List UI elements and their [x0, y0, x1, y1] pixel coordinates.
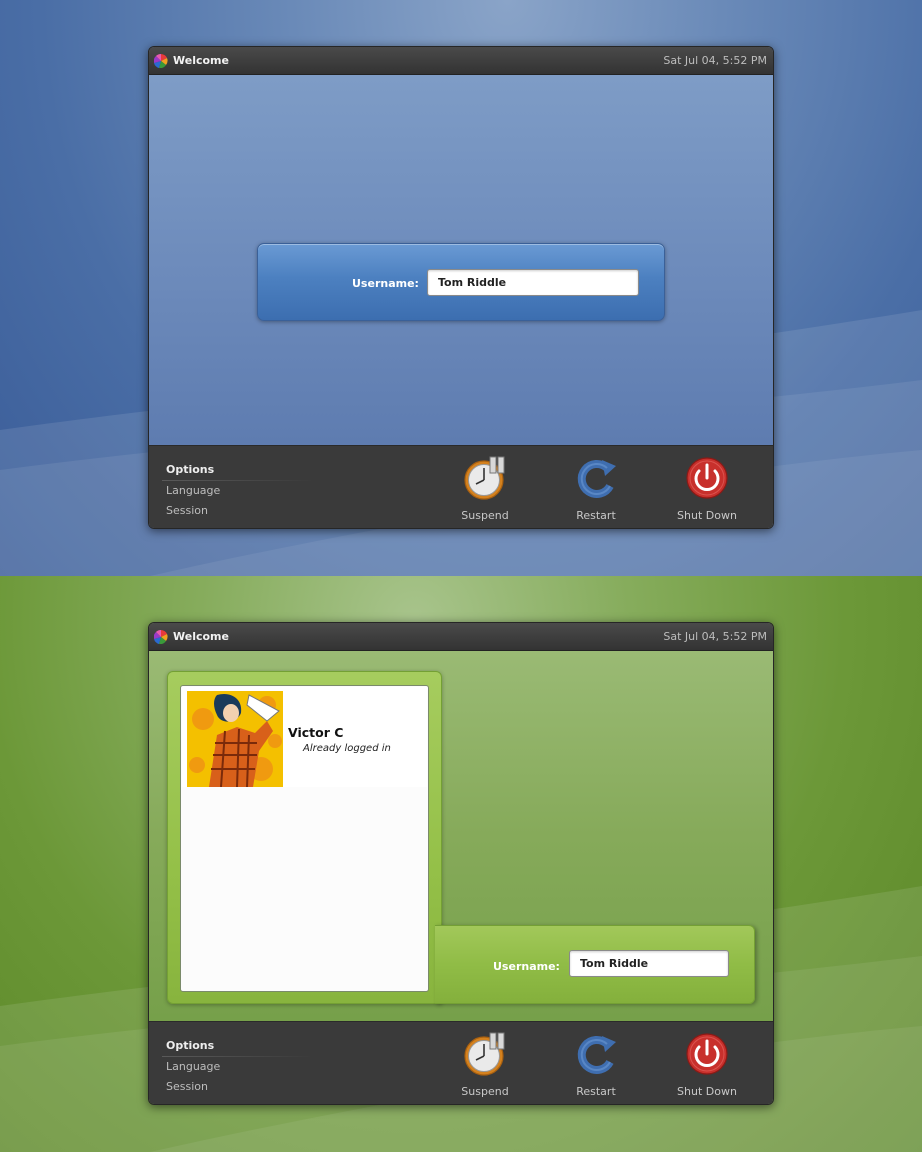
- username-input[interactable]: Tom Riddle: [569, 950, 729, 977]
- restart-label: Restart: [576, 1085, 616, 1098]
- language-option[interactable]: Language: [166, 484, 220, 497]
- username-input[interactable]: Tom Riddle: [427, 269, 639, 296]
- shutdown-button[interactable]: Shut Down: [662, 1032, 752, 1102]
- restart-button[interactable]: Restart: [551, 456, 641, 526]
- suspend-label: Suspend: [461, 1085, 509, 1098]
- user-list-item[interactable]: Victor C Already logged in: [182, 687, 427, 787]
- shutdown-label: Shut Down: [677, 509, 737, 522]
- suspend-button[interactable]: Suspend: [440, 1032, 530, 1102]
- login-panel: Username: Tom Riddle: [257, 243, 665, 321]
- restart-label: Restart: [576, 509, 616, 522]
- login-area: Victor C Already logged in Username: Tom…: [149, 651, 773, 1021]
- bottom-bar: Options Language Session Suspend Restart…: [149, 445, 773, 528]
- options-divider: [162, 1056, 314, 1057]
- session-option[interactable]: Session: [166, 504, 208, 517]
- pinwheel-logo-icon: [154, 54, 168, 68]
- bottom-bar: Options Language Session Suspend Restart…: [149, 1021, 773, 1104]
- login-area: Username: Tom Riddle: [149, 75, 773, 445]
- welcome-window: Welcome Sat Jul 04, 5:52 PM Username: To…: [148, 46, 774, 529]
- window-title: Welcome: [173, 630, 229, 643]
- shutdown-label: Shut Down: [677, 1085, 737, 1098]
- options-divider: [162, 480, 314, 481]
- clock-display: Sat Jul 04, 5:52 PM: [663, 54, 767, 67]
- suspend-button[interactable]: Suspend: [440, 456, 530, 526]
- user-list-panel: Victor C Already logged in: [167, 671, 442, 1004]
- power-icon: [686, 457, 728, 499]
- title-bar: Welcome Sat Jul 04, 5:52 PM: [149, 623, 773, 651]
- user-list: Victor C Already logged in: [180, 685, 429, 992]
- shutdown-button[interactable]: Shut Down: [662, 456, 752, 526]
- window-title: Welcome: [173, 54, 229, 67]
- clock-display: Sat Jul 04, 5:52 PM: [663, 630, 767, 643]
- options-heading: Options: [166, 1039, 215, 1052]
- login-panel: Username: Tom Riddle: [435, 925, 755, 1004]
- title-bar: Welcome Sat Jul 04, 5:52 PM: [149, 47, 773, 75]
- welcome-window: Welcome Sat Jul 04, 5:52 PM Victor C Alr…: [148, 622, 774, 1105]
- clock-pause-icon: [464, 456, 505, 500]
- username-label: Username:: [352, 277, 419, 290]
- login-screen-green: Welcome Sat Jul 04, 5:52 PM Victor C Alr…: [0, 576, 922, 1152]
- pinwheel-logo-icon: [154, 630, 168, 644]
- login-screen-blue: Welcome Sat Jul 04, 5:52 PM Username: To…: [0, 0, 922, 576]
- session-option[interactable]: Session: [166, 1080, 208, 1093]
- clock-pause-icon: [464, 1032, 505, 1076]
- power-icon: [686, 1033, 728, 1075]
- user-status: Already logged in: [303, 743, 391, 754]
- restart-button[interactable]: Restart: [551, 1032, 641, 1102]
- suspend-label: Suspend: [461, 509, 509, 522]
- circular-arrow-icon: [577, 1036, 616, 1074]
- options-heading: Options: [166, 463, 215, 476]
- circular-arrow-icon: [577, 460, 616, 498]
- user-name: Victor C: [288, 725, 344, 740]
- username-label: Username:: [493, 960, 560, 973]
- language-option[interactable]: Language: [166, 1060, 220, 1073]
- user-avatar: [187, 691, 283, 787]
